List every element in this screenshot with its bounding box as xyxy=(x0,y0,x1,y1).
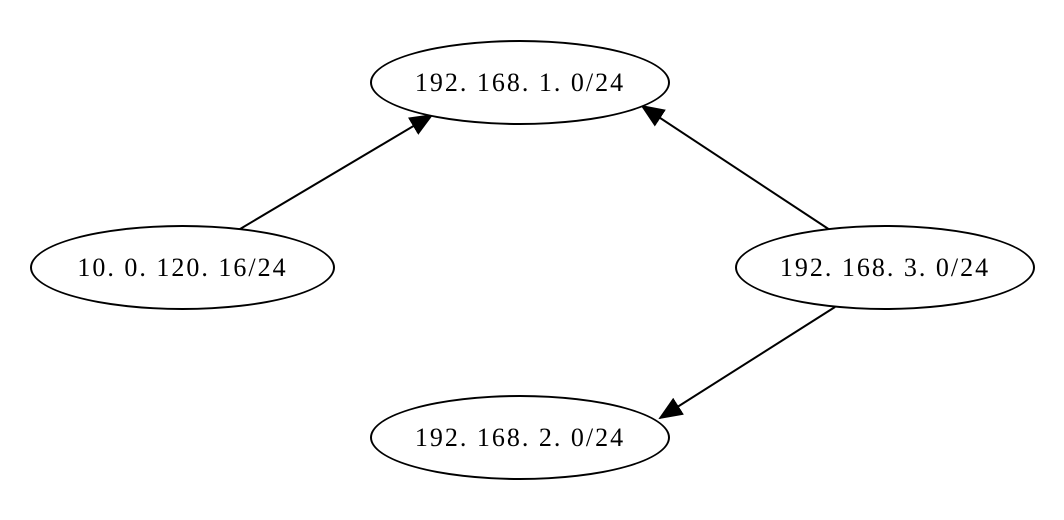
node-top-label: 192. 168. 1. 0/24 xyxy=(415,68,625,98)
edge-right-to-bottom xyxy=(660,307,835,418)
node-right: 192. 168. 3. 0/24 xyxy=(735,225,1035,310)
node-bottom-label: 192. 168. 2. 0/24 xyxy=(415,423,625,453)
node-bottom: 192. 168. 2. 0/24 xyxy=(370,395,670,480)
node-left-label: 10. 0. 120. 16/24 xyxy=(77,253,287,283)
edge-left-to-top xyxy=(235,115,432,232)
edge-right-to-top xyxy=(642,106,830,230)
node-top: 192. 168. 1. 0/24 xyxy=(370,40,670,125)
node-right-label: 192. 168. 3. 0/24 xyxy=(780,253,990,283)
node-left: 10. 0. 120. 16/24 xyxy=(30,225,335,310)
network-diagram: 192. 168. 1. 0/24 10. 0. 120. 16/24 192.… xyxy=(0,0,1064,520)
